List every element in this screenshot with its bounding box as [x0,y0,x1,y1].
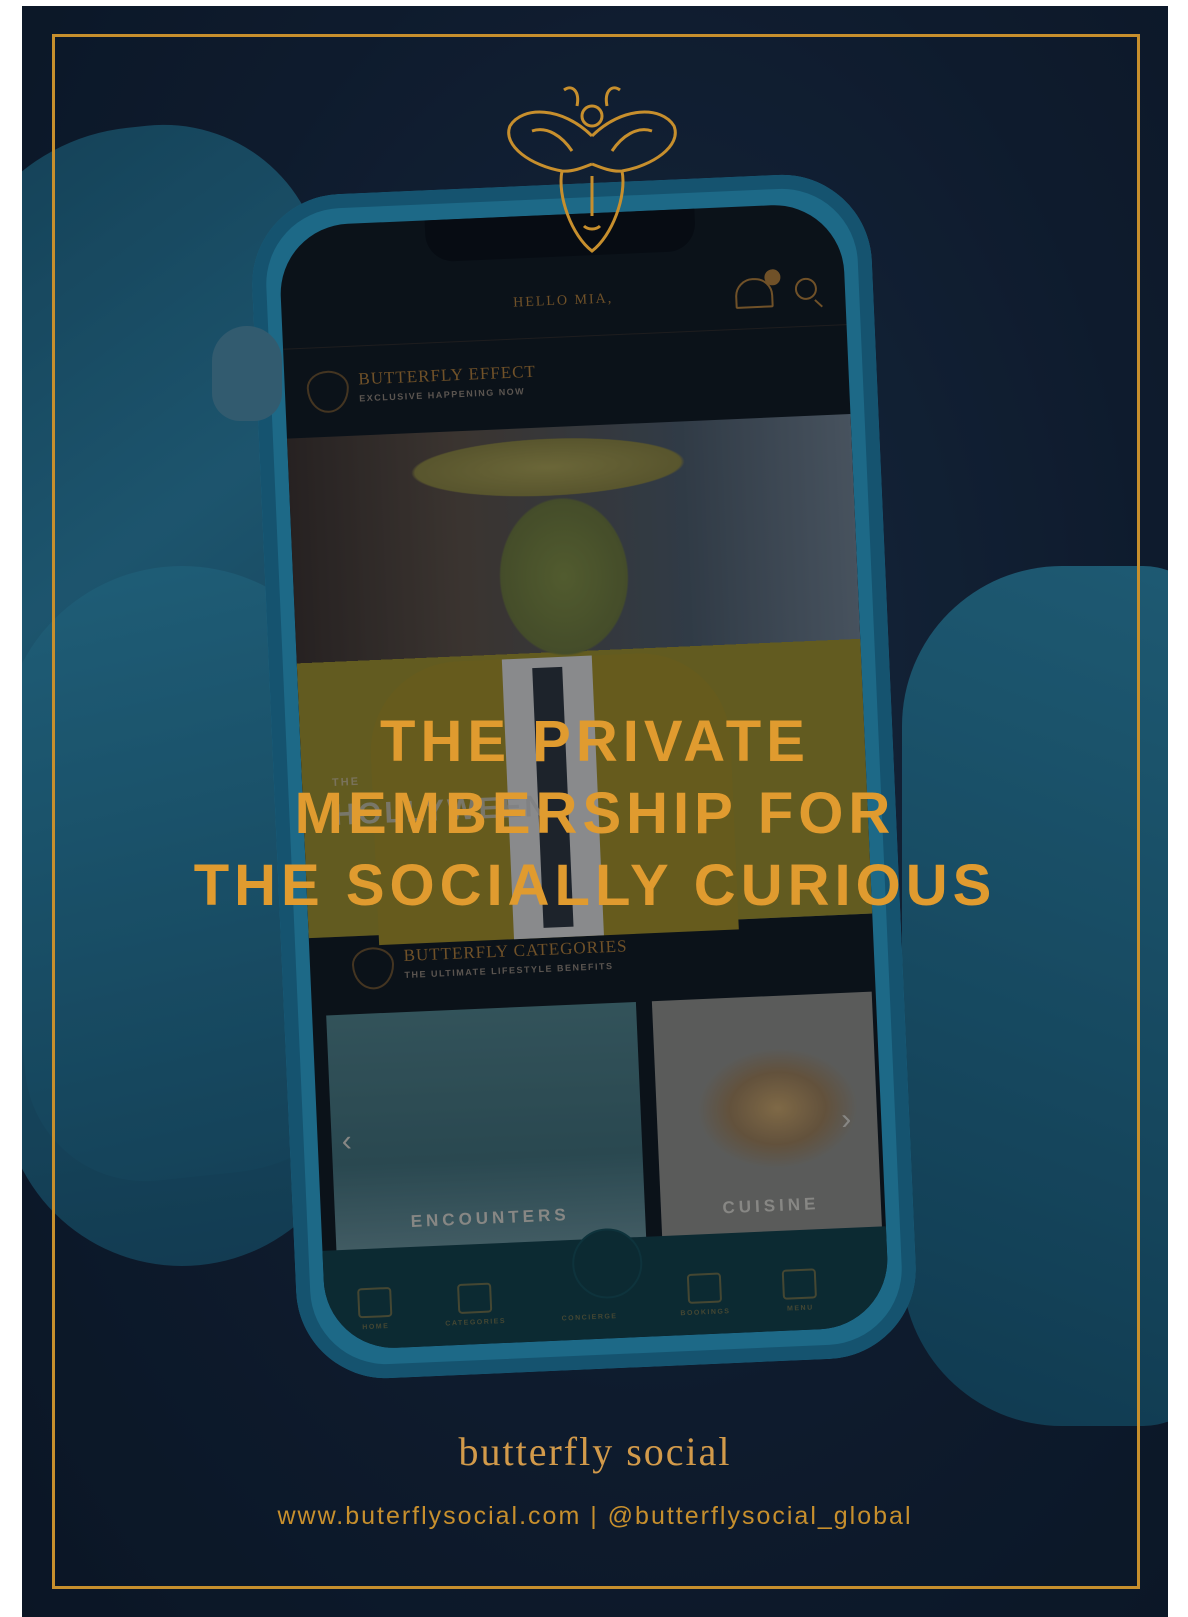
headline-line-3: THE SOCIALLY CURIOUS [193,853,997,918]
headline-line-2: MEMBERSHIP FOR [294,781,896,846]
headline-line-1: THE PRIVATE [380,709,810,774]
butterfly-mask-logo [507,86,677,253]
poster: HELLO MIA, BUTTERFLY EFFECT EXCLUSIVE HA… [22,6,1168,1617]
brand-name: butterfly social [458,1429,732,1474]
headline: THE PRIVATE MEMBERSHIP FOR THE SOCIALLY … [22,706,1168,922]
contact-line[interactable]: www.buterflysocial.com | @butterflysocia… [22,1502,1168,1531]
